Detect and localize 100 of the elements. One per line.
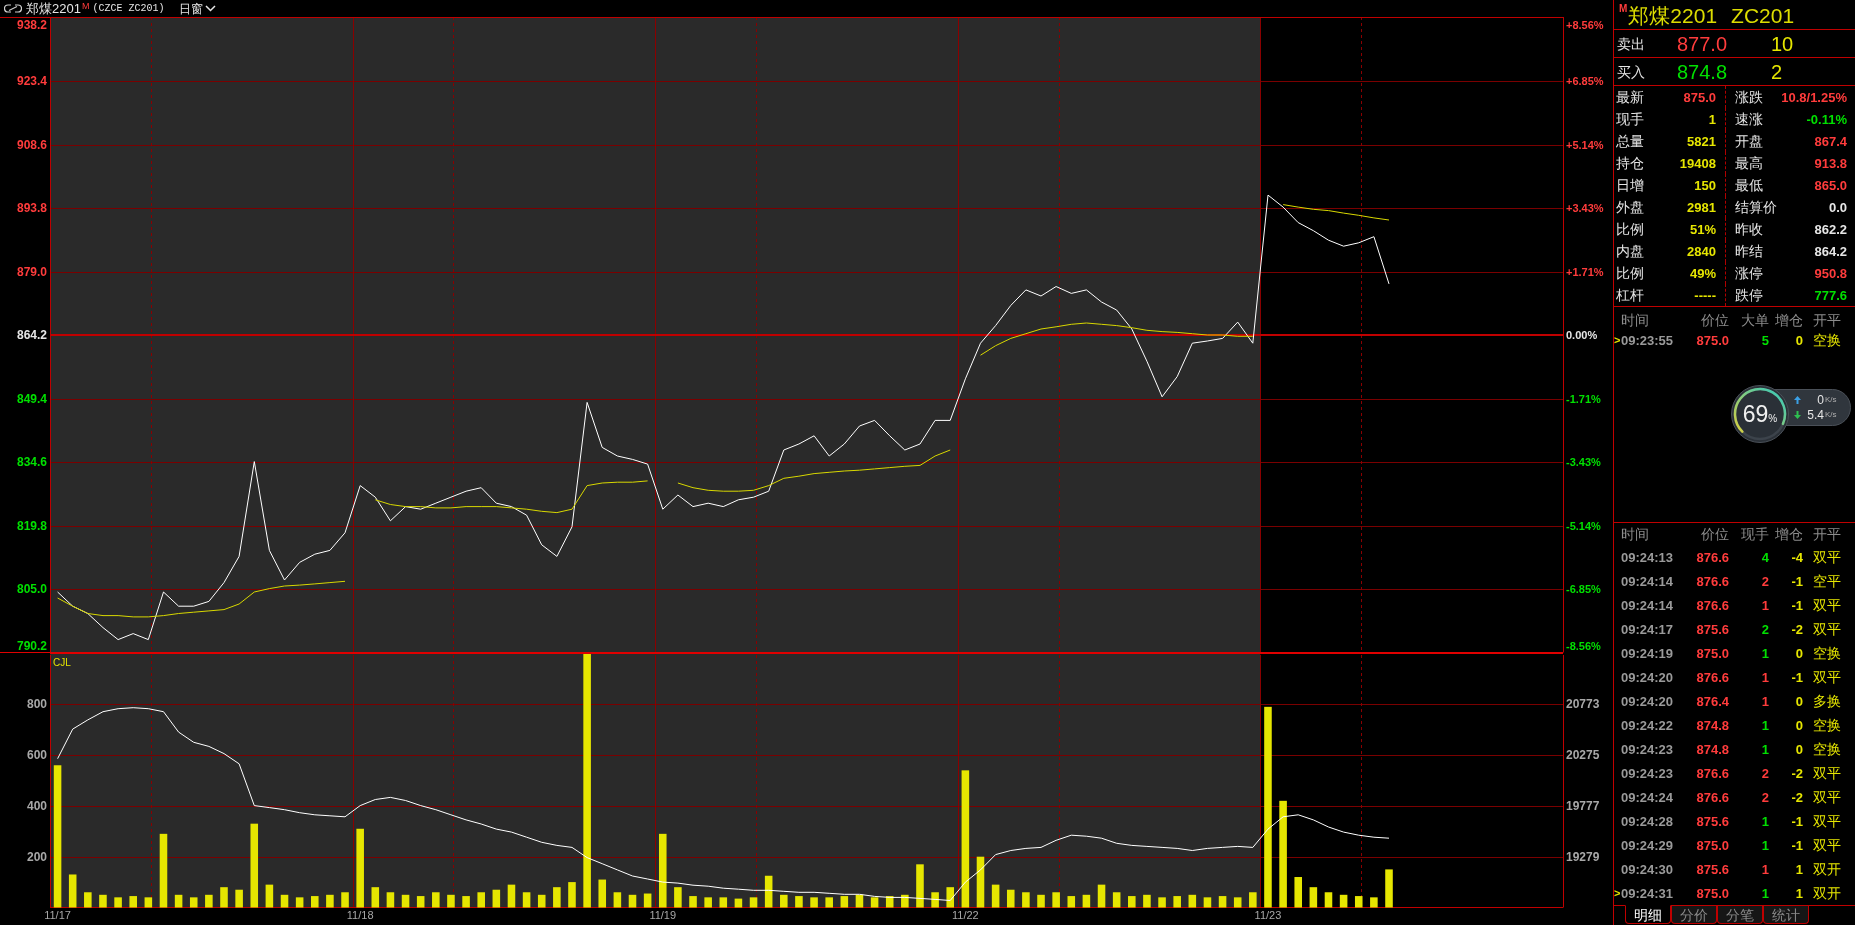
percent-axis-label: +1.71% [1566, 265, 1604, 278]
trade-price: 875.6 [1695, 814, 1729, 828]
volume-bar [628, 894, 637, 908]
symbol-name: 郑煤2201 [26, 2, 81, 15]
trade-volume: 2 [1760, 766, 1769, 780]
trade-volume: 1 [1760, 670, 1769, 684]
stat-label: 最高 [1735, 156, 1763, 170]
trade-volume: 1 [1760, 886, 1769, 900]
trade-volume: 1 [1760, 742, 1769, 756]
arrow-down-icon [1794, 411, 1801, 419]
volume-bar [598, 879, 607, 908]
stat-value: 1 [1708, 112, 1716, 126]
stat-value: 5821 [1687, 134, 1716, 148]
stat-label: 开盘 [1735, 134, 1763, 148]
quote-volume: 10 [1771, 33, 1794, 54]
percent-axis-label: -6.85% [1566, 583, 1601, 595]
trade-price: 875.6 [1695, 862, 1729, 876]
trade-type: 双平 [1812, 670, 1842, 684]
quote-price: 877.0 [1677, 33, 1729, 54]
trade-type: 双开 [1812, 886, 1842, 900]
stat-label: 内盘 [1616, 244, 1644, 258]
column-header: 时间 [1621, 527, 1650, 541]
price-axis-label: 938.2 [16, 17, 47, 32]
panel-tab[interactable]: 分价 [1671, 906, 1717, 924]
position-change: 0 [1794, 742, 1803, 756]
stat-label: 总量 [1616, 134, 1644, 148]
volume-bar [416, 896, 425, 908]
volume-bar [220, 887, 228, 908]
stat-label: 昨结 [1735, 244, 1763, 258]
trade-volume: 1 [1760, 862, 1769, 876]
position-change: -1 [1790, 814, 1803, 828]
volume-bar [1143, 894, 1151, 908]
instrument-code: ZC201 [1731, 5, 1795, 26]
stat-value: 875.0 [1683, 90, 1716, 104]
percent-axis-label: -5.14% [1566, 519, 1601, 532]
trade-time: 09:23:55 [1621, 333, 1675, 347]
position-change: 0 [1794, 646, 1803, 660]
volume-bar [341, 892, 349, 908]
stat-label: 跌停 [1735, 288, 1763, 302]
trade-type: 双平 [1812, 598, 1842, 612]
trade-price: 875.0 [1695, 333, 1729, 347]
trade-type: 空平 [1812, 574, 1842, 588]
volume-bar [795, 896, 803, 908]
volume-bar [386, 892, 395, 908]
trade-time: 09:24:17 [1621, 622, 1675, 636]
link-icon[interactable] [4, 4, 22, 13]
percent-unit: % [1768, 413, 1778, 424]
position-change: -4 [1790, 550, 1803, 564]
volume-bar [1370, 897, 1378, 908]
volume-bar [189, 897, 198, 908]
stat-value: 2981 [1687, 200, 1716, 214]
position-change: 1 [1794, 886, 1803, 900]
position-change: 1 [1794, 862, 1803, 876]
panel-tab[interactable]: 明细 [1625, 905, 1671, 924]
trade-price: 876.6 [1695, 574, 1729, 588]
trade-time: 09:24:22 [1621, 718, 1675, 732]
volume-axis-label: 600 [26, 748, 47, 763]
percent-axis-label: -8.56% [1566, 639, 1601, 652]
stat-value: 865.0 [1814, 178, 1847, 192]
contract-code: (CZCE ZC201) [92, 3, 165, 14]
trade-price: 875.6 [1695, 622, 1729, 636]
volume-bar [568, 882, 576, 908]
date-axis-label: 11/23 [1254, 909, 1282, 921]
volume-bar [129, 896, 137, 908]
trade-volume: 2 [1760, 790, 1769, 804]
trade-time: 09:24:23 [1621, 766, 1675, 780]
volume-bar [432, 892, 440, 908]
stat-value: 862.2 [1814, 222, 1847, 236]
volume-bar [1158, 897, 1166, 908]
trade-time: 09:24:19 [1621, 646, 1675, 660]
open-interest-axis-label: 19777 [1566, 798, 1600, 813]
stat-label: 外盘 [1616, 200, 1644, 214]
period-dropdown[interactable]: 日窗 [179, 2, 217, 15]
volume-bar [174, 894, 183, 908]
price-axis-label: 834.6 [16, 455, 47, 469]
volume-bar [326, 894, 334, 908]
trade-price: 876.6 [1695, 766, 1729, 780]
quote-label: 买入 [1617, 64, 1646, 79]
panel-tab[interactable]: 统计 [1763, 906, 1809, 924]
volume-bar [931, 892, 939, 908]
volume-bar [780, 894, 788, 908]
volume-bar [1097, 884, 1106, 908]
position-change: -2 [1790, 790, 1803, 804]
column-header: 价位 [1700, 527, 1729, 541]
stat-label: 昨收 [1735, 222, 1763, 236]
trade-type: 双开 [1812, 862, 1842, 876]
panel-tab[interactable]: 分笔 [1717, 906, 1763, 924]
stat-label: 日增 [1616, 178, 1644, 192]
stat-label: 最新 [1616, 90, 1644, 104]
volume-bar [84, 892, 92, 908]
volume-bar [1052, 892, 1060, 908]
trade-time: 09:24:14 [1621, 598, 1675, 612]
trade-type: 空换 [1812, 742, 1842, 756]
stat-label: 结算价 [1735, 200, 1777, 214]
arrow-up-icon [1794, 396, 1801, 404]
column-header: 增仓 [1774, 527, 1803, 541]
stat-value: -0.11% [1806, 112, 1847, 126]
date-axis-label: 11/19 [649, 909, 677, 921]
volume-bar [1022, 892, 1030, 908]
trade-volume: 2 [1760, 574, 1769, 588]
